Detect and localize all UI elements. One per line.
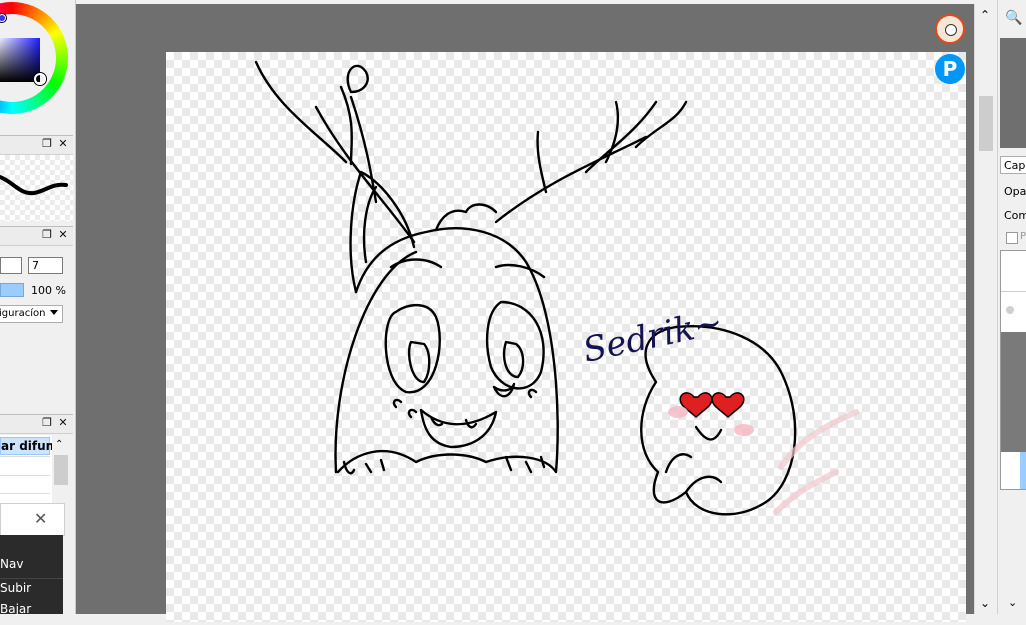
- layer-list: ar difum: [0, 435, 58, 505]
- layer-list-header: ❐ ✕: [0, 414, 73, 434]
- deer-ear: [349, 170, 416, 294]
- scroll-down-icon[interactable]: ⌄: [1008, 596, 1017, 609]
- popup-window: ✕: [0, 503, 65, 536]
- close-icon[interactable]: ✕: [34, 509, 47, 528]
- pixiv-icon[interactable]: P: [935, 54, 965, 84]
- layer-list-scrollbar[interactable]: ⌃: [52, 435, 69, 505]
- color-picker-handle[interactable]: [34, 73, 46, 85]
- line-art: Sedrik~: [254, 60, 859, 516]
- close-icon[interactable]: ✕: [57, 229, 69, 241]
- brush-preview-header: ❐ ✕: [0, 135, 73, 155]
- config-dropdown-label: iguracíon: [0, 308, 46, 319]
- brush-stroke-preview: [0, 175, 68, 196]
- scroll-down-icon[interactable]: ⌄: [980, 596, 990, 610]
- layer-list-header-label: ar difum: [1, 439, 59, 453]
- right-panel: 🔍 Capa Opac Comb P ⌄: [997, 0, 1026, 614]
- color-wheel[interactable]: [0, 2, 68, 114]
- brush-size-input[interactable]: 7: [28, 257, 63, 274]
- protect-checkbox-label: P: [1020, 231, 1026, 242]
- navigator-preview: [1000, 38, 1026, 148]
- deer-mouth: [419, 408, 498, 449]
- scrollbar-thumb[interactable]: [54, 455, 68, 485]
- drawing-canvas[interactable]: Sedrik~: [166, 52, 966, 622]
- opacity-label: Opac: [1004, 185, 1026, 198]
- close-icon[interactable]: ✕: [57, 138, 69, 150]
- popup-menu: Nav Subir Bajar: [0, 535, 63, 616]
- scrollbar-thumb[interactable]: [979, 96, 993, 151]
- brush-settings-header: ❐ ✕: [0, 226, 73, 246]
- canvas-vertical-scrollbar[interactable]: ⌃ ⌄: [974, 4, 997, 614]
- restore-icon[interactable]: ❐: [41, 417, 53, 429]
- tab-layer-label: Capa: [1004, 159, 1026, 172]
- scroll-up-icon[interactable]: ⌃: [980, 8, 990, 22]
- layer-visibility-icon[interactable]: [1006, 306, 1014, 314]
- restore-icon[interactable]: ❐: [41, 229, 53, 241]
- popup-item-nav[interactable]: Nav: [0, 557, 23, 571]
- right-antler: [494, 100, 688, 224]
- layer-stack: [1000, 250, 1026, 490]
- left-antler: [254, 60, 416, 244]
- opacity-value: 100 %: [31, 284, 66, 297]
- deer-head-outline: [334, 227, 559, 474]
- user-avatar-icon[interactable]: [935, 14, 965, 44]
- opacity-slider[interactable]: [0, 283, 24, 297]
- signature-text: Sedrik~: [580, 302, 727, 371]
- heart-eyes: [679, 392, 745, 418]
- layer-row[interactable]: [1001, 292, 1026, 332]
- scroll-up-icon[interactable]: ⌃: [55, 439, 63, 450]
- layer-row-selected[interactable]: [1001, 452, 1026, 489]
- protect-checkbox[interactable]: [1006, 232, 1018, 244]
- canvas-area[interactable]: Sedrik~ P: [76, 4, 974, 622]
- config-dropdown[interactable]: iguracíon: [0, 305, 63, 323]
- deer-left-eye: [384, 303, 441, 394]
- popup-item-subir[interactable]: Subir: [0, 581, 31, 595]
- chevron-down-icon: [50, 310, 58, 315]
- brush-preview: [0, 155, 73, 221]
- deer-nose: [492, 382, 516, 398]
- tab-layer[interactable]: Capa: [1000, 156, 1026, 174]
- layer-list-selected-row[interactable]: ar difum: [0, 437, 58, 455]
- restore-icon[interactable]: ❐: [41, 138, 53, 150]
- brush-size-slider[interactable]: [0, 257, 22, 274]
- blend-label: Comb: [1004, 209, 1026, 222]
- close-icon[interactable]: ✕: [57, 417, 69, 429]
- deer-right-eye: [485, 300, 545, 390]
- zoom-icon[interactable]: 🔍: [1005, 10, 1022, 26]
